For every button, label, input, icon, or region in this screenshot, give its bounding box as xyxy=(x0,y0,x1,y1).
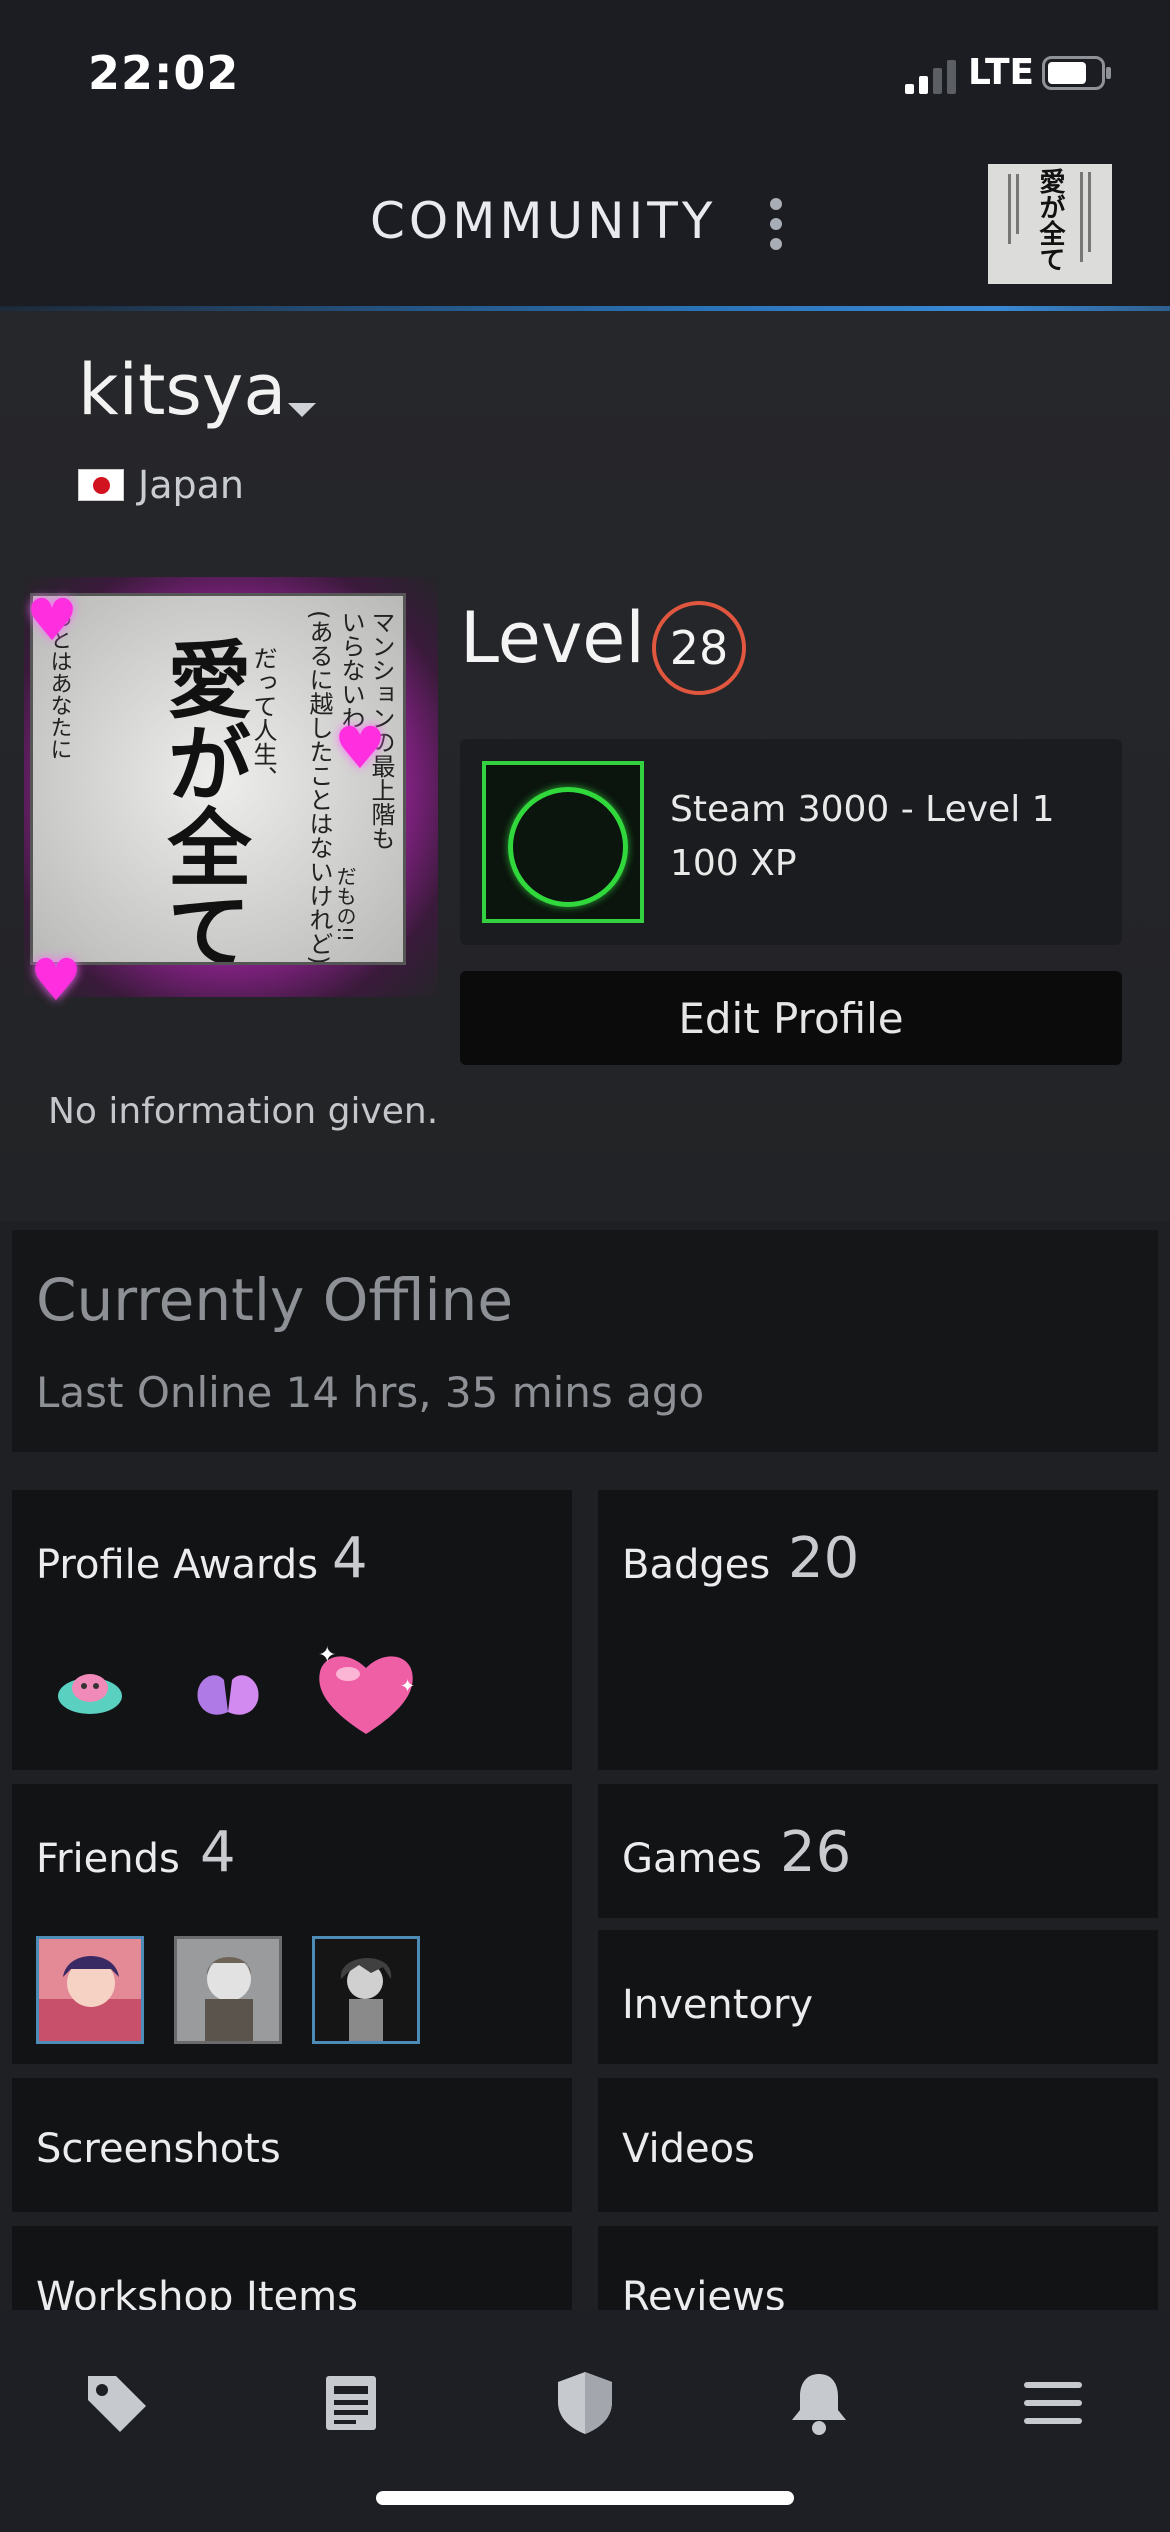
header-avatar-image: 愛が全て xyxy=(988,164,1112,284)
badges-tile[interactable]: Badges 20 xyxy=(598,1490,1158,1770)
country-name: Japan xyxy=(138,463,244,507)
games-count: 26 xyxy=(780,1820,852,1885)
chevron-down-icon[interactable] xyxy=(288,403,316,417)
games-label: Games xyxy=(622,1836,762,1882)
steam-3000-badge-icon xyxy=(482,761,644,923)
friend-avatar-image xyxy=(39,1939,141,2041)
menu-icon[interactable] xyxy=(1018,2368,1088,2438)
profile-summary: No information given. xyxy=(48,1091,439,1132)
videos-label: Videos xyxy=(622,2126,755,2172)
screenshots-tile[interactable]: Screenshots xyxy=(12,2078,572,2212)
page-title: COMMUNITY xyxy=(370,192,717,250)
header-avatar[interactable]: 愛が全て xyxy=(988,164,1112,284)
heart-award-icon: ✦ ✦ xyxy=(318,1643,415,1734)
clock: 22:02 xyxy=(88,46,240,100)
battery-icon xyxy=(1042,56,1111,90)
badges-count: 20 xyxy=(788,1526,860,1591)
japan-flag-icon xyxy=(78,469,124,501)
edit-profile-button[interactable]: Edit Profile xyxy=(460,971,1122,1065)
svg-text:✦: ✦ xyxy=(318,1643,336,1668)
network-type: LTE xyxy=(968,52,1035,93)
news-icon[interactable] xyxy=(316,2368,386,2438)
heart-decoration-icon: ♥ xyxy=(26,586,78,654)
svg-text:(あるに越したことはないけれど): (あるに越したことはないけれど) xyxy=(305,610,333,962)
kebab-menu-icon[interactable] xyxy=(768,198,784,254)
online-status-panel: Currently Offline Last Online 14 hrs, 35… xyxy=(12,1230,1158,1452)
videos-tile[interactable]: Videos xyxy=(598,2078,1158,2212)
svg-text:愛が全て: 愛が全て xyxy=(154,636,252,962)
games-tile[interactable]: Games 26 xyxy=(598,1784,1158,1918)
level-label: Level xyxy=(460,597,645,679)
level-badge[interactable]: 28 xyxy=(652,601,746,695)
home-indicator[interactable] xyxy=(376,2491,794,2505)
country: Japan xyxy=(78,463,244,507)
heart-decoration-icon: ♥ xyxy=(30,946,82,1014)
inventory-label: Inventory xyxy=(622,1982,814,2028)
steam-community-profile-screen: 22:02 LTE COMMUNITY 愛が全て kitsya Japan 愛が… xyxy=(0,0,1170,2532)
profile-awards-label: Profile Awards xyxy=(36,1542,319,1588)
heart-decoration-icon: ♥ xyxy=(334,714,386,782)
svg-text:だって人生、: だって人生、 xyxy=(249,646,277,790)
last-online: Last Online 14 hrs, 35 mins ago xyxy=(36,1368,705,1417)
screenshots-label: Screenshots xyxy=(36,2126,281,2172)
friend-avatar[interactable] xyxy=(36,1936,144,2044)
shield-icon[interactable] xyxy=(550,2368,620,2438)
status-title: Currently Offline xyxy=(36,1266,513,1334)
featured-badge-card[interactable]: Steam 3000 - Level 1 100 XP xyxy=(460,739,1122,945)
badge-title: Steam 3000 - Level 1 xyxy=(670,789,1055,830)
svg-text:だもの!!: だもの!! xyxy=(333,866,357,942)
slime-award-icon xyxy=(58,1674,122,1714)
profile-header: kitsya Japan 愛が全て マンションの最上階も いらないわ!! (ある… xyxy=(0,311,1170,1221)
clapping-hands-award-icon xyxy=(197,1675,259,1715)
friend-avatar[interactable] xyxy=(174,1936,282,2044)
friend-avatar[interactable] xyxy=(312,1936,420,2044)
status-bar: 22:02 LTE xyxy=(0,0,1170,140)
badges-label: Badges xyxy=(622,1542,771,1588)
app-header: COMMUNITY 愛が全て xyxy=(0,140,1170,308)
avatar-frame[interactable]: 愛が全て マンションの最上階も いらないわ!! (あるに越したことはないけれど)… xyxy=(24,577,438,1009)
inventory-tile[interactable]: Inventory xyxy=(598,1930,1158,2064)
friend-avatar-image xyxy=(315,1939,417,2041)
bell-icon[interactable] xyxy=(784,2368,854,2438)
profile-awards-tile[interactable]: Profile Awards 4 xyxy=(12,1490,572,1770)
svg-text:愛が全て: 愛が全て xyxy=(1035,168,1066,272)
tag-icon[interactable] xyxy=(82,2368,152,2438)
friends-label: Friends xyxy=(36,1836,180,1882)
username[interactable]: kitsya xyxy=(78,349,286,431)
friend-avatar-image xyxy=(177,1939,279,2041)
badge-xp: 100 XP xyxy=(670,843,797,884)
signal-icon xyxy=(905,60,956,94)
friends-count: 4 xyxy=(200,1820,236,1885)
svg-text:✦: ✦ xyxy=(400,1676,415,1697)
profile-awards-count: 4 xyxy=(332,1526,368,1591)
